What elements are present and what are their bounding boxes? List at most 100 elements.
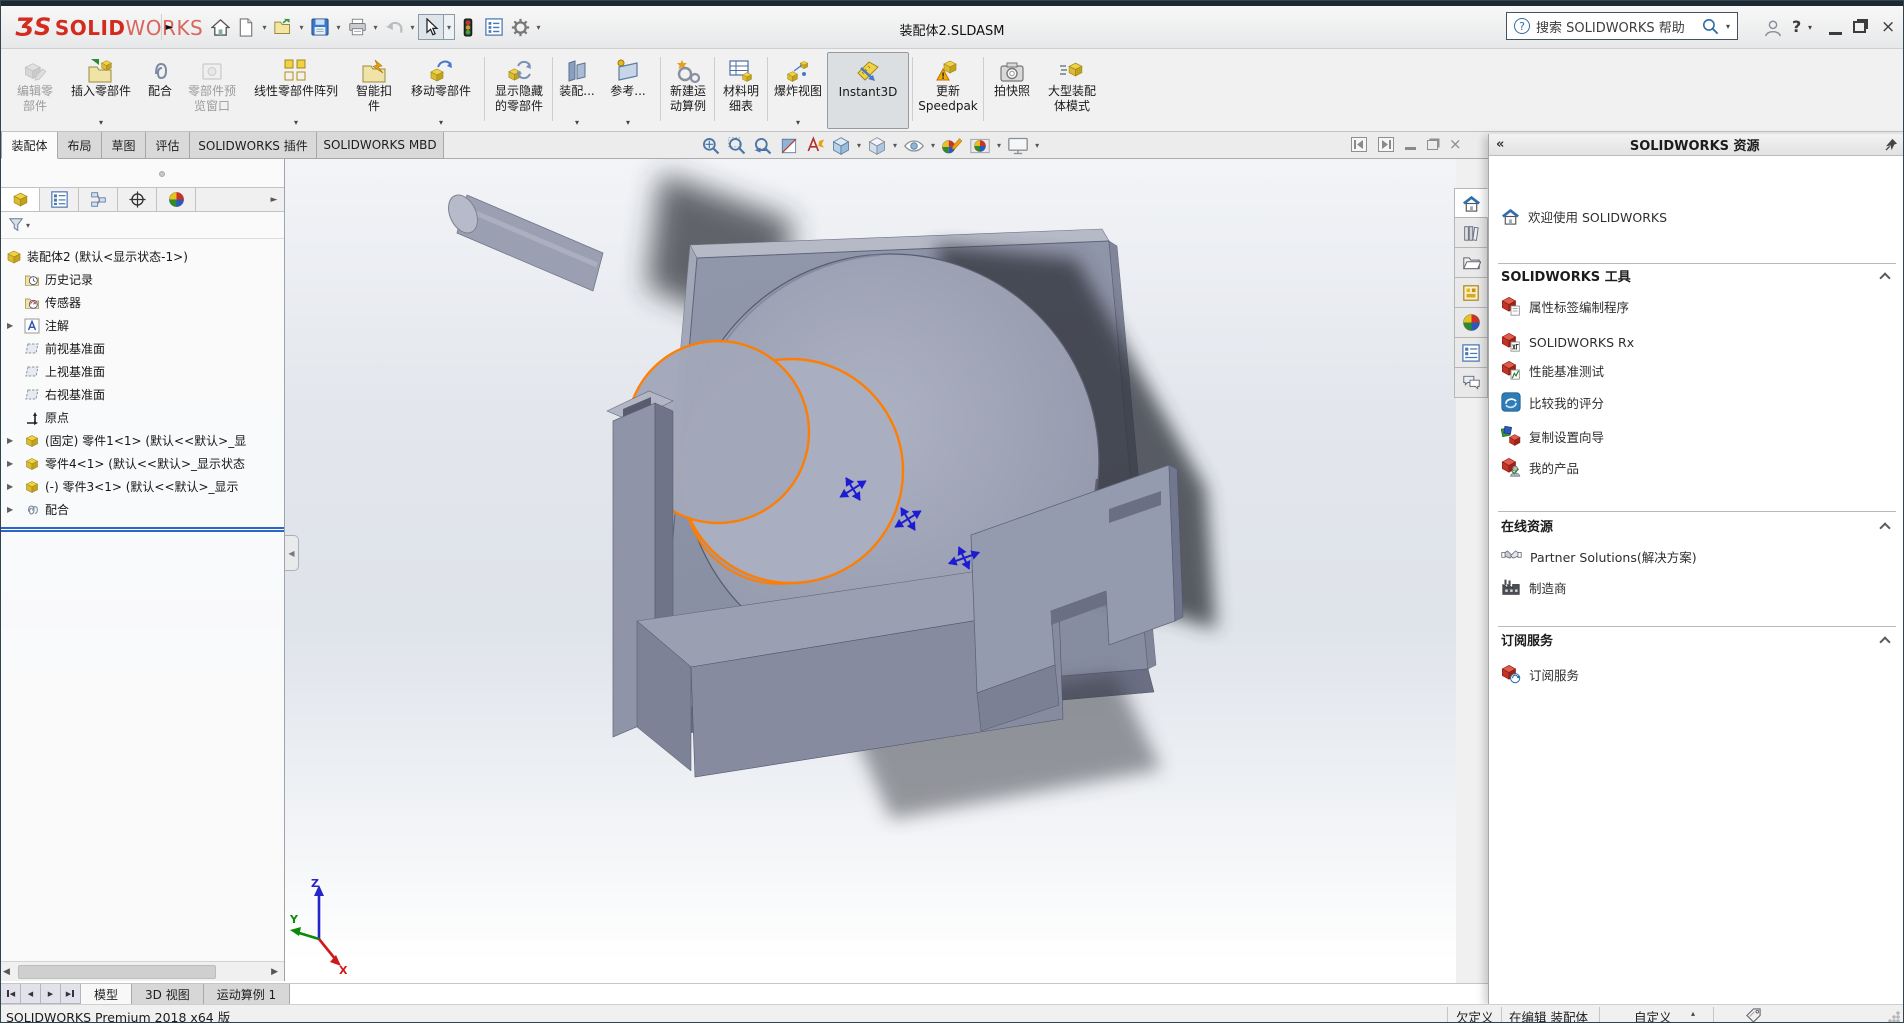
expand-arrow-icon[interactable]: ▶ (7, 482, 24, 491)
task-tab-knowledge-base[interactable] (1454, 218, 1488, 248)
rollback-bar[interactable] (1, 527, 284, 532)
maximize-button[interactable] (1853, 21, 1866, 33)
document-restore-button[interactable] (1427, 140, 1438, 150)
close-button[interactable]: × (1881, 17, 1895, 37)
tree-item-right-plane[interactable]: 右视基准面 (1, 383, 284, 406)
tree-item-part1[interactable]: ▶(固定) 零件1<1> (默认<<默认>_显 (1, 429, 284, 452)
resize-grip-icon[interactable] (1888, 1011, 1900, 1023)
shaft-part[interactable] (443, 190, 603, 291)
panel-splitter[interactable] (1, 159, 284, 187)
new-document-dropdown[interactable]: ▾ (259, 14, 270, 40)
scroll-left-icon[interactable]: ◀ (3, 967, 10, 977)
tab-appearance-manager[interactable] (157, 188, 196, 211)
pin-icon[interactable] (1885, 138, 1898, 151)
section-view-button[interactable] (779, 136, 799, 156)
ribbon-instant3d[interactable]: Instant3D (827, 52, 909, 129)
ribbon-insert-component[interactable]: 插入零部件 ▾ (63, 52, 139, 129)
panel-tabs-flyout[interactable]: ► (264, 188, 284, 211)
tree-item-annotations[interactable]: ▶注解 (1, 314, 284, 337)
item-partner-solutions[interactable]: Partner Solutions(解决方案) (1501, 546, 1697, 566)
item-property-tab-builder[interactable]: 属性标签编制程序 (1501, 296, 1629, 316)
search-dropdown[interactable]: ▾ (1726, 22, 1730, 31)
dropdown-arrow-icon[interactable]: ▾ (575, 118, 579, 127)
item-performance-benchmark[interactable]: 性能基准测试 (1501, 360, 1604, 380)
home-button[interactable] (207, 14, 233, 40)
open-file-dropdown[interactable]: ▾ (296, 14, 307, 40)
ribbon-reference-geometry[interactable]: 参考... ▾ (602, 52, 654, 129)
last-tab-button[interactable]: ▶ (61, 984, 81, 1004)
item-manufacturers[interactable]: 制造商 (1501, 577, 1567, 597)
tab-sketch[interactable]: 草图 (102, 132, 146, 159)
expand-arrow-icon[interactable]: ▶ (7, 436, 24, 445)
view-orientation-dropdown[interactable]: ▾ (857, 141, 861, 150)
filter-dropdown[interactable]: ▾ (26, 221, 30, 230)
view-settings-dropdown[interactable]: ▾ (1035, 141, 1039, 150)
dropdown-arrow-icon[interactable]: ▾ (294, 118, 298, 127)
tree-item-sensors[interactable]: 传感器 (1, 291, 284, 314)
menu-flyout-arrow[interactable]: ► (161, 14, 177, 40)
scrollbar-thumb[interactable] (18, 965, 216, 979)
tab-feature-manager[interactable] (1, 188, 40, 211)
tab-solidworks-mbd[interactable]: SOLIDWORKS MBD (317, 132, 444, 159)
display-style-dropdown[interactable]: ▾ (893, 141, 897, 150)
tree-item-assembly-root[interactable]: 装配体2 (默认<显示状态-1>) (1, 245, 284, 268)
task-tab-custom-properties[interactable] (1454, 338, 1488, 368)
user-account-icon[interactable] (1764, 19, 1782, 37)
sheet-tab-model[interactable]: 模型 (81, 984, 132, 1004)
dropdown-arrow-icon[interactable]: ▾ (99, 118, 103, 127)
task-tab-appearances-scenes[interactable] (1454, 308, 1488, 338)
dropdown-arrow-icon[interactable]: ▾ (439, 118, 443, 127)
pane-previous-button[interactable] (1351, 137, 1367, 152)
ribbon-exploded-view[interactable]: 爆炸视图 ▾ (770, 52, 826, 129)
help-button[interactable]: ? (1792, 17, 1801, 36)
status-custom-dropdown[interactable]: 自定义 (1634, 1007, 1672, 1023)
collapse-left-icon[interactable]: « (1496, 137, 1504, 152)
item-subscription-services[interactable]: 订阅服务 (1501, 664, 1579, 684)
scroll-right-icon[interactable]: ▶ (271, 967, 278, 977)
tab-layout[interactable]: 布局 (58, 132, 102, 159)
options-list-button[interactable] (481, 14, 507, 40)
ribbon-edit-component[interactable]: 编辑零部件 (9, 52, 61, 129)
ribbon-update-speedpak[interactable]: 更新Speedpak (916, 52, 980, 129)
select-cursor-button[interactable] (418, 14, 444, 40)
dynamic-annotation-views-button[interactable] (805, 136, 825, 156)
tab-solidworks-addins[interactable]: SOLIDWORKS 插件 (190, 132, 317, 159)
undo-button[interactable] (381, 14, 407, 40)
previous-tab-button[interactable]: ◀ (21, 984, 41, 1004)
print-dropdown[interactable]: ▾ (370, 14, 381, 40)
display-style-button[interactable] (867, 136, 887, 156)
ribbon-take-snapshot[interactable]: 拍快照 (987, 52, 1037, 129)
search-input[interactable]: ? 搜索 SOLIDWORKS 帮助 ▾ (1506, 12, 1738, 40)
ribbon-large-assembly-mode[interactable]: 大型装配体模式 (1039, 52, 1105, 129)
document-minimize-button[interactable] (1405, 147, 1416, 150)
settings-gear-button[interactable] (507, 14, 533, 40)
item-solidworks-rx[interactable]: SOLIDWORKS Rx (1501, 332, 1634, 352)
tab-configuration-manager[interactable] (79, 188, 118, 211)
task-tab-home[interactable] (1454, 188, 1488, 218)
task-tab-design-library[interactable] (1454, 278, 1488, 308)
select-dropdown[interactable]: ▾ (444, 14, 455, 40)
ribbon-bill-of-materials[interactable]: 材料明细表 (717, 52, 765, 129)
zoom-to-area-button[interactable] (727, 136, 747, 156)
task-tab-forum[interactable] (1454, 368, 1488, 398)
tree-filter[interactable]: ▾ (1, 212, 284, 239)
chevron-up-icon[interactable] (1879, 636, 1890, 647)
tree-item-history[interactable]: 历史记录 (1, 268, 284, 291)
zoom-to-fit-button[interactable] (701, 136, 721, 156)
ribbon-move-component[interactable]: 移动零部件 ▾ (401, 52, 481, 129)
welcome-link[interactable]: 欢迎使用 SOLIDWORKS (1501, 206, 1667, 226)
panel-horizontal-scrollbar[interactable]: ◀ ▶ (1, 961, 284, 981)
tree-item-origin[interactable]: 原点 (1, 406, 284, 429)
ribbon-assembly-features[interactable]: 装配... ▾ (554, 52, 600, 129)
expand-arrow-icon[interactable]: ▶ (7, 505, 24, 514)
section-subscription-services[interactable]: 订阅服务 (1501, 630, 1889, 649)
view-orientation-button[interactable] (831, 136, 851, 156)
ribbon-mate[interactable]: 配合 (141, 52, 179, 129)
tab-evaluate[interactable]: 评估 (146, 132, 190, 159)
section-online-resources[interactable]: 在线资源 (1501, 516, 1889, 535)
view-settings-button[interactable] (1007, 136, 1029, 156)
item-copy-settings-wizard[interactable]: 复制设置向导 (1501, 426, 1604, 446)
expand-arrow-icon[interactable]: ▶ (7, 459, 24, 468)
save-button[interactable] (307, 14, 333, 40)
previous-view-button[interactable] (753, 136, 773, 156)
